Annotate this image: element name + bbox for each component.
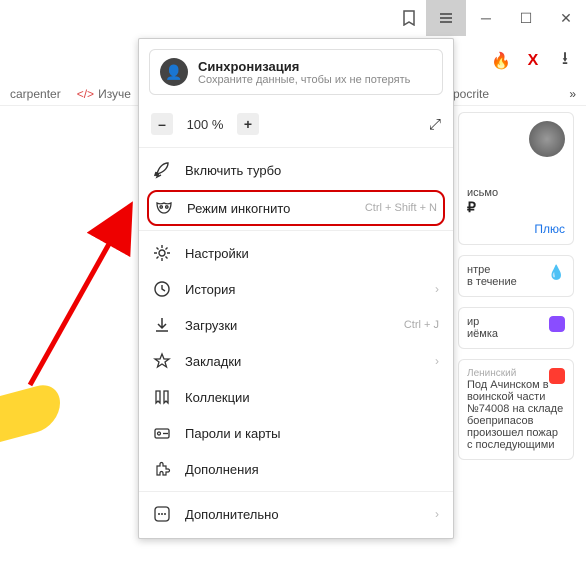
menu-item-label: Загрузки: [185, 318, 390, 333]
menu-item-label: Пароли и карты: [185, 426, 439, 441]
menu-item-addons[interactable]: Дополнения: [139, 451, 453, 487]
avatar-icon: 👤: [160, 58, 188, 86]
menu-item-shortcut: Ctrl + J: [404, 319, 439, 331]
widget-card[interactable]: 💧 нтре в течение: [458, 255, 574, 297]
bookmark-item[interactable]: carpenter: [10, 87, 61, 101]
annotation-arrow: [10, 175, 140, 395]
menu-item-label: Дополнительно: [185, 507, 421, 522]
zoom-controls: – 100 % + ⤢: [139, 105, 453, 143]
close-button[interactable]: ✕: [546, 0, 586, 36]
bookmark-label: Изуче: [98, 87, 131, 101]
puzzle-icon: [153, 460, 171, 478]
bookmark-label: carpenter: [10, 87, 61, 101]
flag-bookmark-icon: [401, 10, 417, 26]
sync-promo[interactable]: 👤 Синхронизация Сохраните данные, чтобы …: [149, 49, 443, 95]
news-text: Под Ачинском в воинской части №74008 на …: [467, 379, 565, 451]
bookmark-item[interactable]: </> Изуче: [77, 87, 131, 101]
x-extension-icon[interactable]: X: [522, 50, 544, 72]
menu-item-label: Режим инкогнито: [187, 201, 351, 216]
menu-item-passwords[interactable]: Пароли и карты: [139, 415, 453, 451]
bookmarks-more-button[interactable]: »: [569, 87, 576, 101]
sync-subtitle: Сохраните данные, чтобы их не потерять: [198, 74, 410, 86]
purple-app-icon: [549, 316, 565, 332]
menu-item-label: Настройки: [185, 246, 439, 261]
window-controls: ─ ☐ ✕: [392, 0, 586, 36]
plus-link[interactable]: Плюс: [534, 222, 565, 236]
news-source-icon: [549, 368, 565, 384]
card-text: иёмка: [467, 328, 498, 340]
zoom-out-button[interactable]: –: [151, 113, 173, 135]
chevron-right-icon: ›: [435, 282, 439, 296]
droplet-icon: 💧: [548, 264, 565, 281]
card-text: исьмо: [467, 187, 498, 199]
widget-card[interactable]: исьмо ₽ Плюс: [458, 112, 574, 245]
collections-icon: [153, 388, 171, 406]
menu-item-label: Закладки: [185, 354, 421, 369]
menu-item-label: История: [185, 282, 421, 297]
hot-icon[interactable]: 🔥: [490, 50, 512, 72]
card-text: нтре: [467, 264, 490, 276]
zoom-value: 100 %: [183, 117, 227, 132]
separator: [139, 147, 453, 148]
chevron-right-icon: ›: [435, 354, 439, 368]
dots-square-icon: [153, 505, 171, 523]
mask-icon: [155, 199, 173, 217]
clock-icon: [153, 280, 171, 298]
right-side-widgets: исьмо ₽ Плюс 💧 нтре в течение ир иёмка Л…: [458, 112, 574, 460]
download-arrow-icon: [153, 316, 171, 334]
avatar: [529, 121, 565, 157]
star-icon: [153, 352, 171, 370]
gear-icon: [153, 244, 171, 262]
menu-item-label: Дополнения: [185, 462, 439, 477]
card-text: в течение: [467, 276, 517, 288]
menu-item-collections[interactable]: Коллекции: [139, 379, 453, 415]
key-card-icon: [153, 424, 171, 442]
extension-row: 🔥 X ⭳: [490, 50, 576, 72]
zoom-in-button[interactable]: +: [237, 113, 259, 135]
menu-item-turbo[interactable]: Включить турбо: [139, 152, 453, 188]
code-icon: </>: [77, 87, 94, 101]
menu-item-incognito[interactable]: Режим инкогнито Ctrl + Shift + N: [147, 190, 445, 226]
widget-card[interactable]: ир иёмка: [458, 307, 574, 349]
widget-news-card[interactable]: Ленинский Под Ачинском в воинской части …: [458, 359, 574, 460]
menu-item-shortcut: Ctrl + Shift + N: [365, 202, 437, 214]
chevron-right-icon: ›: [435, 507, 439, 521]
menu-item-favorites[interactable]: Закладки ›: [139, 343, 453, 379]
menu-item-label: Включить турбо: [185, 163, 439, 178]
menu-item-settings[interactable]: Настройки: [139, 235, 453, 271]
bookmark-icon[interactable]: [392, 0, 426, 36]
hamburger-menu-button[interactable]: [426, 0, 466, 36]
main-menu-dropdown: 👤 Синхронизация Сохраните данные, чтобы …: [138, 38, 454, 539]
card-text: ир: [467, 316, 479, 328]
minimize-button[interactable]: ─: [466, 0, 506, 36]
menu-item-more[interactable]: Дополнительно ›: [139, 496, 453, 532]
rocket-icon: [153, 161, 171, 179]
separator: [139, 491, 453, 492]
hamburger-icon: [438, 10, 454, 26]
menu-item-label: Коллекции: [185, 390, 439, 405]
menu-item-downloads[interactable]: Загрузки Ctrl + J: [139, 307, 453, 343]
fullscreen-button[interactable]: ⤢: [429, 116, 441, 133]
separator: [139, 230, 453, 231]
sync-title: Синхронизация: [198, 59, 410, 74]
menu-item-history[interactable]: История ›: [139, 271, 453, 307]
card-money: ₽: [467, 199, 476, 215]
download-icon[interactable]: ⭳: [554, 50, 576, 72]
yellow-shape: [0, 380, 60, 442]
maximize-button[interactable]: ☐: [506, 0, 546, 36]
